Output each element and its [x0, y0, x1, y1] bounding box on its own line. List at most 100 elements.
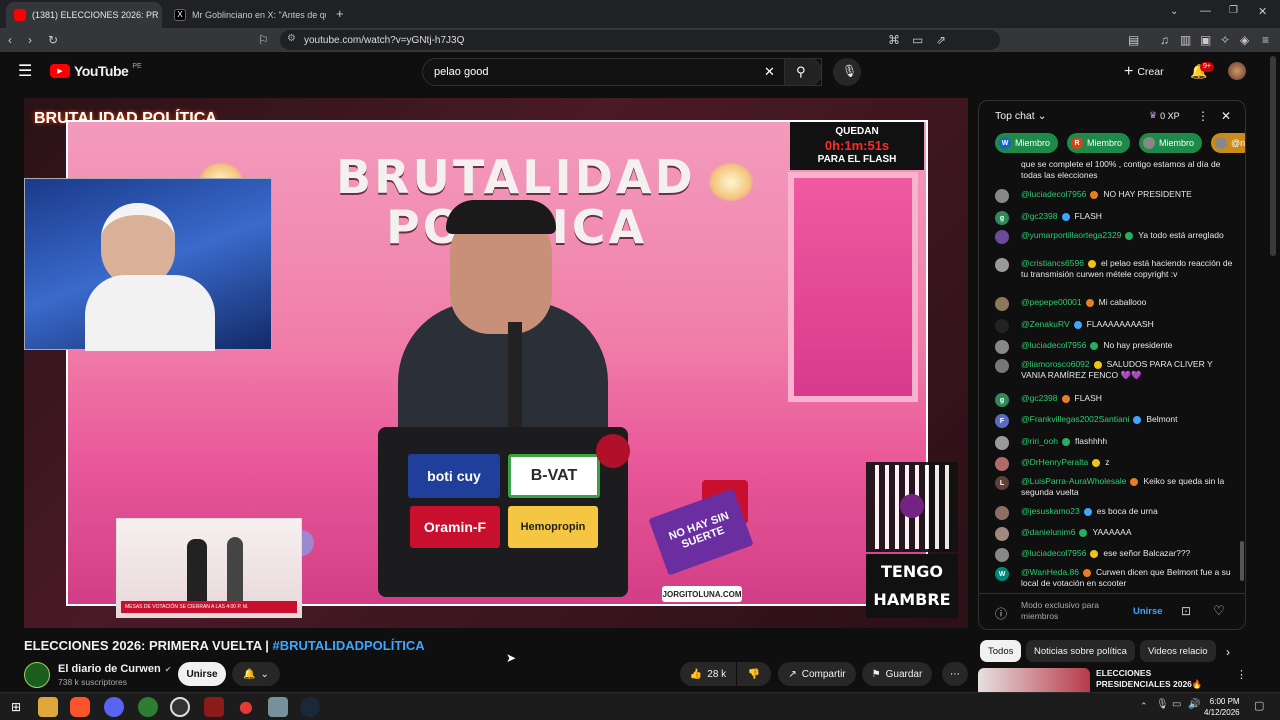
- chat-author-avatar[interactable]: F: [995, 414, 1009, 428]
- menu-icon[interactable]: ≡: [1262, 32, 1269, 48]
- new-tab-button[interactable]: +: [336, 6, 344, 21]
- chat-author-name[interactable]: @luciadecol7956: [1021, 189, 1086, 199]
- chat-author-name[interactable]: @LuisParra-AuraWholesale: [1021, 476, 1126, 486]
- account-avatar[interactable]: [1228, 62, 1246, 80]
- chat-join-button[interactable]: Unirse: [1133, 606, 1163, 617]
- notification-center-icon[interactable]: ▢: [1254, 699, 1264, 712]
- app-green-icon[interactable]: [138, 697, 158, 717]
- back-icon[interactable]: ‹: [8, 32, 12, 48]
- chat-author-avatar[interactable]: [995, 436, 1009, 450]
- minimize-icon[interactable]: —: [1200, 5, 1211, 17]
- chat-author-avatar[interactable]: [995, 258, 1009, 272]
- network-icon[interactable]: ▭: [1172, 699, 1181, 710]
- dislike-button[interactable]: 👎: [737, 662, 771, 686]
- maps-pin-icon[interactable]: ⬤: [236, 697, 256, 717]
- chat-author-name[interactable]: @gc2398: [1021, 393, 1058, 403]
- chat-author-avatar[interactable]: g: [995, 211, 1009, 225]
- chat-author-avatar[interactable]: L: [995, 476, 1009, 490]
- chat-author-avatar[interactable]: [995, 506, 1009, 520]
- share-button[interactable]: ↗ Compartir: [778, 662, 856, 686]
- discord-icon[interactable]: [104, 697, 124, 717]
- search-input[interactable]: [434, 64, 734, 80]
- chat-author-avatar[interactable]: W: [995, 567, 1009, 581]
- brave-browser-icon[interactable]: [70, 697, 90, 717]
- chat-author-name[interactable]: @pepepe00001: [1021, 297, 1082, 307]
- chat-mode-dropdown[interactable]: Top chat ⌄: [995, 110, 1047, 122]
- heart-icon[interactable]: ♡: [1213, 603, 1225, 619]
- clock[interactable]: 6:00 PM 4/12/2026: [1204, 696, 1240, 718]
- close-chat-icon[interactable]: ✕: [1221, 109, 1231, 123]
- chat-author-avatar[interactable]: g: [995, 393, 1009, 407]
- obs-icon[interactable]: [170, 697, 190, 717]
- volume-icon[interactable]: 🔊: [1188, 699, 1200, 710]
- related-menu-icon[interactable]: ⋮: [1236, 668, 1247, 681]
- chat-author-avatar[interactable]: [995, 230, 1009, 244]
- chat-options-icon[interactable]: ⋮: [1197, 109, 1209, 123]
- chat-author-avatar[interactable]: [995, 527, 1009, 541]
- chat-author-name[interactable]: @ZenakuRV: [1021, 319, 1070, 329]
- reload-icon[interactable]: ↻: [48, 32, 58, 48]
- tab-youtube[interactable]: (1381) ELECCIONES 2026: PR ✕: [6, 2, 162, 28]
- hamburger-menu-icon[interactable]: ☰: [18, 63, 32, 81]
- share-page-icon[interactable]: ⇗: [936, 32, 946, 48]
- related-video-thumbnail[interactable]: [978, 668, 1090, 692]
- file-explorer-icon[interactable]: [38, 697, 58, 717]
- video-hashtag-link[interactable]: #BRUTALIDADPOLÍTICA: [273, 638, 425, 653]
- chat-author-avatar[interactable]: [995, 297, 1009, 311]
- tray-mic-icon[interactable]: 🎙: [1156, 699, 1169, 710]
- bookmark-icon[interactable]: ⚐: [258, 32, 269, 48]
- restore-icon[interactable]: ❐: [1229, 5, 1238, 16]
- vpn-icon[interactable]: ◈: [1240, 32, 1249, 48]
- xp-indicator[interactable]: ♛ 0 XP: [1149, 110, 1180, 121]
- join-button[interactable]: Unirse: [178, 662, 226, 686]
- windows-start-icon[interactable]: ⊞: [6, 697, 26, 717]
- translate-icon[interactable]: ⌘: [888, 32, 900, 48]
- chat-author-avatar[interactable]: [995, 457, 1009, 471]
- channel-name-row[interactable]: El diario de Curwen ✔: [58, 663, 171, 675]
- video-player[interactable]: BRUTALIDAD POLÍTICA BRUTALIDAD POLÍTICA …: [24, 98, 968, 628]
- tray-expand-icon[interactable]: ⌃: [1140, 701, 1148, 712]
- voice-search-button[interactable]: 🎙: [833, 58, 861, 86]
- info-icon[interactable]: ⓘ: [995, 605, 1007, 622]
- steam-icon[interactable]: [300, 697, 320, 717]
- cast-icon[interactable]: ▭: [912, 32, 923, 48]
- member-chip[interactable]: Miembro: [1139, 133, 1203, 153]
- chat-author-name[interactable]: @yumarportillaortega2329: [1021, 230, 1121, 240]
- clear-search-icon[interactable]: ✕: [764, 64, 775, 80]
- chat-author-name[interactable]: @cristiancs6596: [1021, 258, 1084, 268]
- page-scrollbar[interactable]: [1270, 56, 1276, 256]
- wallet-icon[interactable]: ▣: [1200, 32, 1211, 48]
- leo-ai-icon[interactable]: ✧: [1220, 32, 1230, 48]
- save-button[interactable]: ⚑ Guardar: [862, 662, 932, 686]
- tab-x[interactable]: X Mr Goblinciano en X: "Antes de que: [166, 2, 326, 28]
- more-actions-button[interactable]: ⋯: [942, 662, 968, 686]
- chat-author-avatar[interactable]: [995, 359, 1009, 373]
- chat-scrollbar[interactable]: [1240, 541, 1244, 581]
- related-video-title[interactable]: ELECCIONES PRESIDENCIALES 2026🔥FLASH ELE…: [1096, 668, 1228, 690]
- chat-author-avatar[interactable]: [995, 548, 1009, 562]
- super-chat-icon[interactable]: ⊡: [1181, 604, 1191, 618]
- chat-author-name[interactable]: @liamorosco6092: [1021, 359, 1090, 369]
- chat-author-name[interactable]: @riri_ooh: [1021, 436, 1058, 446]
- reading-list-icon[interactable]: ▥: [1180, 32, 1191, 48]
- chat-author-avatar[interactable]: [995, 319, 1009, 333]
- chat-author-name[interactable]: @DrHenryPeralta: [1021, 457, 1088, 467]
- chat-author-name[interactable]: @gc2398: [1021, 211, 1058, 221]
- member-chip[interactable]: @n: [1211, 133, 1245, 153]
- chat-author-name[interactable]: @jesuskamo23: [1021, 506, 1080, 516]
- app-gray-icon[interactable]: [268, 697, 288, 717]
- search-button[interactable]: ⚲: [784, 58, 822, 86]
- chat-author-avatar[interactable]: [995, 340, 1009, 354]
- chat-author-name[interactable]: @danielunim6: [1021, 527, 1075, 537]
- like-button[interactable]: 👍 28 k: [680, 662, 736, 686]
- youtube-logo[interactable]: ▶ YouTube PE: [50, 63, 142, 79]
- chevron-right-icon[interactable]: ›: [1226, 645, 1230, 659]
- chat-author-name[interactable]: @Frankvillegas2002Santiani: [1021, 414, 1129, 424]
- chat-author-avatar[interactable]: [995, 189, 1009, 203]
- chip-politics-news[interactable]: Noticias sobre política: [1026, 640, 1135, 662]
- tab-search-icon[interactable]: ⌄: [1170, 6, 1178, 17]
- chip-related-videos[interactable]: Videos relacio: [1140, 640, 1216, 662]
- chat-author-name[interactable]: @luciadecol7956: [1021, 340, 1086, 350]
- channel-avatar[interactable]: [24, 662, 50, 688]
- site-info-icon[interactable]: ⚙: [287, 33, 296, 44]
